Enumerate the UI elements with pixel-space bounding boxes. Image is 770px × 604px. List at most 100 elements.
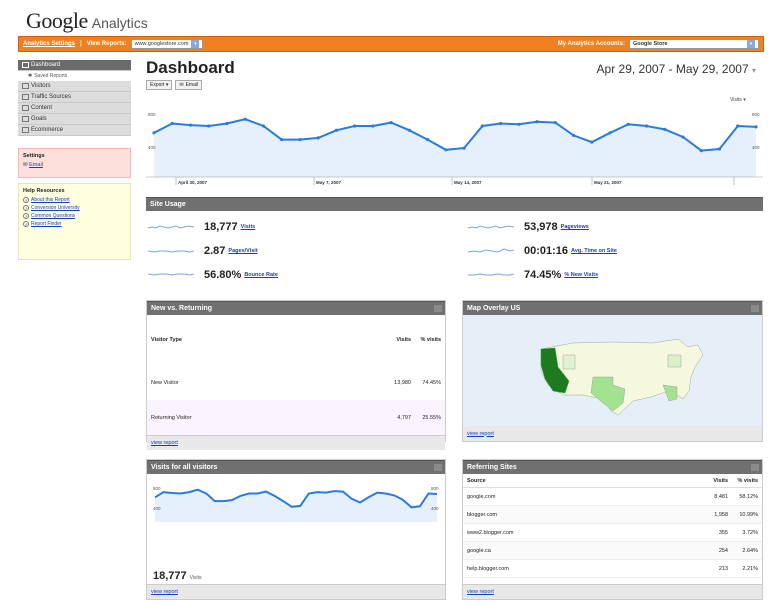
panel-header[interactable]: New vs. Returning xyxy=(147,301,445,315)
chart-point[interactable] xyxy=(480,124,484,128)
chart-point[interactable] xyxy=(225,121,229,126)
metric-bounce-rate[interactable]: 56.80% Bounce Rate xyxy=(148,269,278,281)
cell: 254 xyxy=(718,547,728,554)
sidebar-item-content[interactable]: Content xyxy=(18,103,131,114)
table-header: Source Visits % visits xyxy=(463,474,762,488)
sidebar-item-visitors[interactable]: Visitors xyxy=(18,81,131,92)
visits-value: 18,777 xyxy=(153,570,187,582)
chart-point[interactable] xyxy=(188,123,193,127)
chart-point[interactable] xyxy=(608,131,612,135)
chart-point[interactable] xyxy=(353,124,357,128)
help-link-report-finder[interactable]: ? Report Finder xyxy=(23,221,126,227)
chart-point[interactable] xyxy=(444,148,448,152)
metric-value: 74.45% xyxy=(524,269,562,281)
panel-header[interactable]: Map Overlay US xyxy=(463,301,762,315)
chart-point[interactable] xyxy=(243,117,247,121)
chart-point[interactable] xyxy=(681,135,685,139)
help-icon: ? xyxy=(23,221,29,227)
x-axis-label: May 7, 2007 xyxy=(316,180,342,185)
email-button[interactable]: ✉ Email xyxy=(175,80,203,90)
sidebar-item-dashboard[interactable]: Dashboard xyxy=(18,60,131,71)
panel-header[interactable]: Referring Sites xyxy=(463,460,762,474)
view-report-link[interactable]: view report xyxy=(467,589,494,595)
chart-point[interactable] xyxy=(426,138,430,142)
report-toolbar: Export ▾ ✉ Email xyxy=(146,80,203,90)
sidebar-item-saved-reports[interactable]: ✱ Saved Reports xyxy=(18,71,131,81)
help-link-about[interactable]: ? About this Report xyxy=(23,197,126,203)
close-icon[interactable] xyxy=(434,305,442,312)
us-map[interactable] xyxy=(463,315,762,426)
chart-point[interactable] xyxy=(170,121,174,126)
metric-label: Pages/Visit xyxy=(228,248,258,254)
table-row: google.ca 254 2.64% xyxy=(463,542,762,560)
visits-over-time-chart[interactable]: 800 400 800 400 April 30, 2007 May 7, 20… xyxy=(146,105,763,187)
site-select[interactable]: www.googlestore.com ▾ xyxy=(130,39,204,49)
chart-point[interactable] xyxy=(571,133,576,137)
metric-value: 18,777 xyxy=(204,221,238,233)
view-report-link[interactable]: view report xyxy=(151,440,178,446)
email-settings-label: Email xyxy=(29,162,43,168)
metric-new-visits[interactable]: 74.45% % New Visits xyxy=(468,269,598,281)
chart-point[interactable] xyxy=(462,146,466,150)
visits-summary: 18,777 Visits xyxy=(153,570,202,582)
my-accounts-label: My Analytics Accounts: xyxy=(557,41,625,47)
date-range-picker[interactable]: Apr 29, 2007 - May 29, 2007 ▾ xyxy=(597,62,756,76)
sparkline-visits xyxy=(148,225,194,229)
topbar-separator: | xyxy=(80,41,82,47)
chart-point[interactable] xyxy=(334,128,339,132)
chart-point[interactable] xyxy=(207,124,211,128)
chart-point[interactable] xyxy=(535,120,539,124)
chart-point[interactable] xyxy=(261,124,266,128)
chart-point[interactable] xyxy=(626,122,630,126)
chart-point[interactable] xyxy=(699,149,703,153)
chart-point[interactable] xyxy=(663,127,667,131)
chart-point[interactable] xyxy=(717,147,722,151)
y-axis-label-mid: 400 xyxy=(148,145,156,150)
help-link-conversion-university[interactable]: ? Conversion University xyxy=(23,205,126,211)
account-select[interactable]: Google Store ▾ xyxy=(629,39,759,49)
y-axis-label-mid-right: 400 xyxy=(431,506,439,511)
help-link-common-questions[interactable]: ? Common Questions xyxy=(23,213,126,219)
metric-avg-time-on-site[interactable]: 00:01:16 Avg. Time on Site xyxy=(468,245,617,257)
metric-pageviews[interactable]: 53,978 Pageviews xyxy=(468,221,589,233)
sidebar-item-ecommerce[interactable]: Ecommerce xyxy=(18,125,131,136)
help-link-label: Report Finder xyxy=(31,221,62,227)
chart-point[interactable] xyxy=(280,138,284,142)
view-report-link[interactable]: view report xyxy=(151,589,178,595)
metric-pages-per-visit[interactable]: 2.87 Pages/Visit xyxy=(148,245,258,257)
chart-point[interactable] xyxy=(298,138,302,142)
chart-point[interactable] xyxy=(517,122,521,126)
flag-icon xyxy=(22,116,29,122)
chart-point[interactable] xyxy=(407,128,411,132)
close-icon[interactable] xyxy=(751,464,759,471)
chart-point[interactable] xyxy=(644,124,649,128)
chart-point[interactable] xyxy=(553,121,557,125)
analytics-settings-link[interactable]: Analytics Settings xyxy=(23,41,75,47)
chart-point[interactable] xyxy=(152,131,156,135)
cell: google.ca xyxy=(467,547,491,554)
email-settings-link[interactable]: ✉ Email xyxy=(23,162,126,168)
chart-point[interactable] xyxy=(736,124,740,128)
sidebar-item-traffic-sources[interactable]: Traffic Sources xyxy=(18,92,131,103)
chart-point[interactable] xyxy=(316,136,320,140)
chart-point[interactable] xyxy=(590,140,594,144)
visits-mini-chart[interactable]: 800 400 800 400 xyxy=(147,478,445,538)
close-icon[interactable] xyxy=(434,464,442,471)
cell: New Visitor xyxy=(151,379,179,386)
x-axis-label: May 14, 2007 xyxy=(454,180,482,185)
cell: 2.64% xyxy=(742,547,758,554)
chart-point[interactable] xyxy=(371,124,375,128)
metric-select[interactable]: Visits ▾ xyxy=(730,97,746,103)
export-button[interactable]: Export ▾ xyxy=(146,80,173,90)
metric-visits[interactable]: 18,777 Visits xyxy=(148,221,255,233)
chart-point[interactable] xyxy=(499,121,503,126)
panel-header[interactable]: Visits for all visitors xyxy=(147,460,445,474)
view-report-link[interactable]: view report xyxy=(467,431,494,437)
sidebar-item-goals[interactable]: Goals xyxy=(18,114,131,125)
map-overlay-panel: Map Overlay US view report xyxy=(462,300,763,442)
chart-point[interactable] xyxy=(389,121,393,125)
sidebar-item-label: Traffic Sources xyxy=(31,94,72,100)
close-icon[interactable] xyxy=(751,305,759,312)
chart-point[interactable] xyxy=(754,125,758,129)
google-analytics-logo[interactable]: Google Analytics xyxy=(26,8,148,33)
